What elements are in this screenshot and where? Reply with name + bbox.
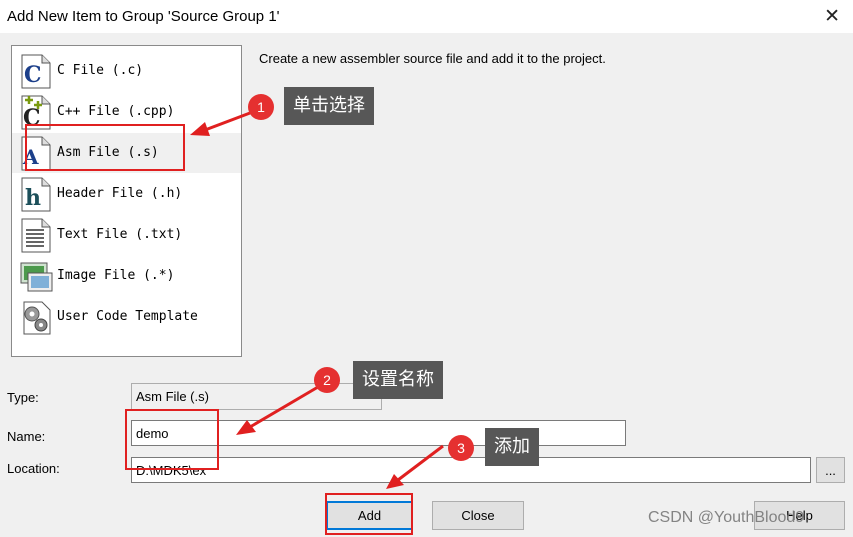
watermark: CSDN @YouthBlood9 [648, 509, 805, 526]
annotation-arrows [190, 111, 444, 489]
callout-step-1: 单击选择 [284, 87, 374, 125]
step-marker-2: 2 [314, 367, 340, 393]
callout-step-2: 设置名称 [353, 361, 443, 399]
step-marker-1: 1 [248, 94, 274, 120]
callout-step-3: 添加 [485, 428, 539, 466]
step-marker-3: 3 [448, 435, 474, 461]
